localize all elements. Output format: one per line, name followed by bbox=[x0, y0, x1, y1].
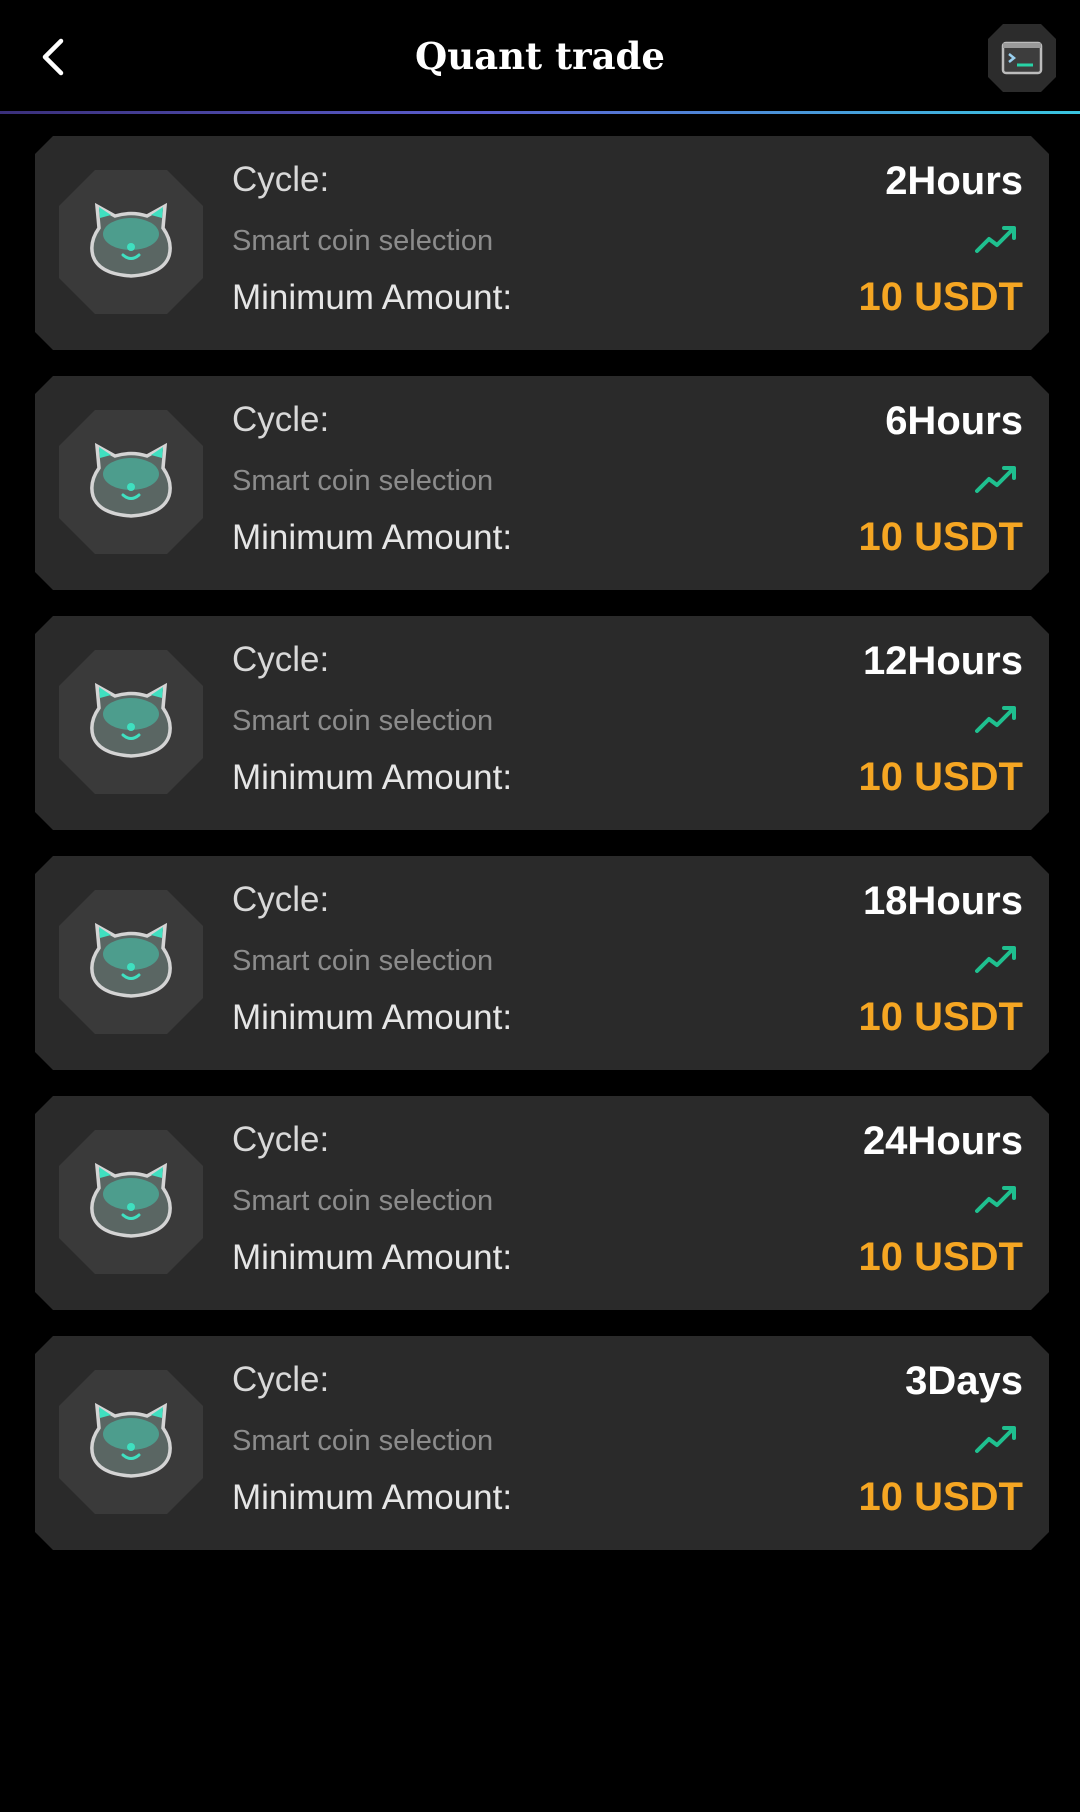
minimum-amount-label: Minimum Amount: bbox=[232, 758, 513, 797]
bear-coin-icon bbox=[59, 410, 203, 554]
minimum-amount-label: Minimum Amount: bbox=[232, 1238, 513, 1277]
top-bar: Quant trade bbox=[0, 0, 1080, 114]
strategy-subtitle: Smart coin selection bbox=[232, 705, 494, 737]
bear-coin-icon bbox=[59, 1370, 203, 1514]
cycle-label: Cycle: bbox=[232, 160, 330, 199]
trending-up-icon bbox=[975, 1426, 1016, 1453]
cycle-value: 6Hours bbox=[885, 399, 1023, 443]
minimum-amount-value: 10 USDT bbox=[858, 995, 1024, 1039]
plan-card[interactable]: Cycle: 2Hours Smart coin selection Minim… bbox=[35, 136, 1049, 350]
bear-coin-icon bbox=[59, 1130, 203, 1274]
minimum-amount-value: 10 USDT bbox=[858, 1235, 1024, 1279]
minimum-amount-value: 10 USDT bbox=[858, 515, 1024, 559]
minimum-amount-label: Minimum Amount: bbox=[232, 998, 513, 1037]
plan-list: Cycle: 2Hours Smart coin selection Minim… bbox=[35, 136, 1049, 1576]
bear-coin-icon bbox=[59, 170, 203, 314]
terminal-button[interactable] bbox=[987, 23, 1057, 93]
plan-card[interactable]: Cycle: 24Hours Smart coin selection Mini… bbox=[35, 1096, 1049, 1310]
cycle-value: 18Hours bbox=[862, 879, 1023, 923]
cycle-value: 24Hours bbox=[862, 1119, 1023, 1163]
minimum-amount-label: Minimum Amount: bbox=[232, 278, 513, 317]
minimum-amount-value: 10 USDT bbox=[858, 275, 1024, 319]
trending-up-icon bbox=[975, 706, 1016, 733]
minimum-amount-label: Minimum Amount: bbox=[232, 518, 513, 557]
cycle-label: Cycle: bbox=[232, 400, 330, 439]
bear-coin-icon bbox=[59, 890, 203, 1034]
minimum-amount-value: 10 USDT bbox=[858, 755, 1024, 799]
cycle-label: Cycle: bbox=[232, 640, 330, 679]
cycle-value: 12Hours bbox=[862, 639, 1023, 683]
plan-card[interactable]: Cycle: 6Hours Smart coin selection Minim… bbox=[35, 376, 1049, 590]
trending-up-icon bbox=[975, 1186, 1016, 1213]
cycle-label: Cycle: bbox=[232, 1120, 330, 1159]
cycle-value: 3Days bbox=[905, 1359, 1023, 1403]
plan-card[interactable]: Cycle: 12Hours Smart coin selection Mini… bbox=[35, 616, 1049, 830]
minimum-amount-value: 10 USDT bbox=[858, 1475, 1024, 1519]
plan-card[interactable]: Cycle: 3Days Smart coin selection Minimu… bbox=[35, 1336, 1049, 1550]
plan-card[interactable]: Cycle: 18Hours Smart coin selection Mini… bbox=[35, 856, 1049, 1070]
strategy-subtitle: Smart coin selection bbox=[232, 945, 494, 977]
cycle-label: Cycle: bbox=[232, 880, 330, 919]
strategy-subtitle: Smart coin selection bbox=[232, 1425, 494, 1457]
trending-up-icon bbox=[975, 946, 1016, 973]
strategy-subtitle: Smart coin selection bbox=[232, 225, 494, 257]
strategy-subtitle: Smart coin selection bbox=[232, 1185, 494, 1217]
cycle-label: Cycle: bbox=[232, 1360, 330, 1399]
terminal-icon bbox=[988, 24, 1056, 92]
minimum-amount-label: Minimum Amount: bbox=[232, 1478, 513, 1517]
page-title: Quant trade bbox=[415, 34, 665, 78]
header-divider bbox=[0, 111, 1080, 114]
strategy-subtitle: Smart coin selection bbox=[232, 465, 494, 497]
trending-up-icon bbox=[975, 226, 1016, 253]
bear-coin-icon bbox=[59, 650, 203, 794]
cycle-value: 2Hours bbox=[885, 159, 1023, 203]
trending-up-icon bbox=[975, 466, 1016, 493]
